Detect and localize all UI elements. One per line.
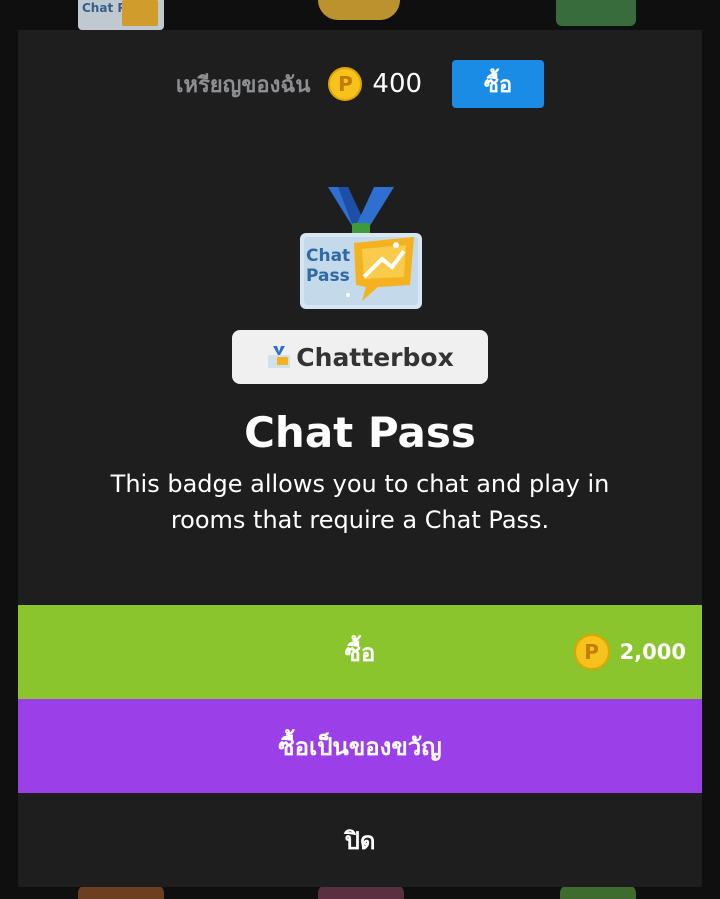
coin-balance: 400 [372,69,423,99]
chat-pass-badge-icon: Chat Pass [300,187,422,309]
background-ticket-icon [122,0,158,26]
gift-button-label: ซื้อเป็นของขวัญ [278,732,442,761]
buy-as-gift-button[interactable]: ซื้อเป็นของขวัญ [18,699,702,793]
buy-button[interactable]: ซื้อ P 2,000 [18,605,702,699]
wallet-bar: เหรียญของฉัน P 400 ซื้อ [18,59,702,109]
item-description: This badge allows you to chat and play i… [110,470,610,534]
coin-icon: P [328,67,363,101]
badge-art-text-2: Pass [306,266,350,286]
background-chat-pass-thumbnail: Chat Pass [78,0,164,30]
coin-icon: P [573,634,610,670]
background-potion-icon [560,885,636,899]
category-label: Chatterbox [296,342,454,372]
background-item-icon [318,885,404,899]
category-tag: Chatterbox [232,330,488,384]
background-money-icon [556,0,636,26]
close-button-label: ปิด [344,826,376,855]
background-emoji-icon [78,885,164,899]
price: P 2,000 [573,605,686,699]
price-value: 2,000 [619,640,686,664]
buy-button-label: ซื้อ [344,638,376,667]
purchase-modal: เหรียญของฉัน P 400 ซื้อ Chat Pass Chatte… [18,30,702,887]
badge-art-text-1: Chat [306,246,350,266]
item-title: Chat Pass [244,408,476,457]
buy-coins-button[interactable]: ซื้อ [452,60,545,108]
my-coins-label: เหรียญของฉัน [175,72,311,98]
close-button[interactable]: ปิด [18,793,702,887]
background-trophy-icon [318,0,400,20]
chatterbox-icon [268,346,291,368]
